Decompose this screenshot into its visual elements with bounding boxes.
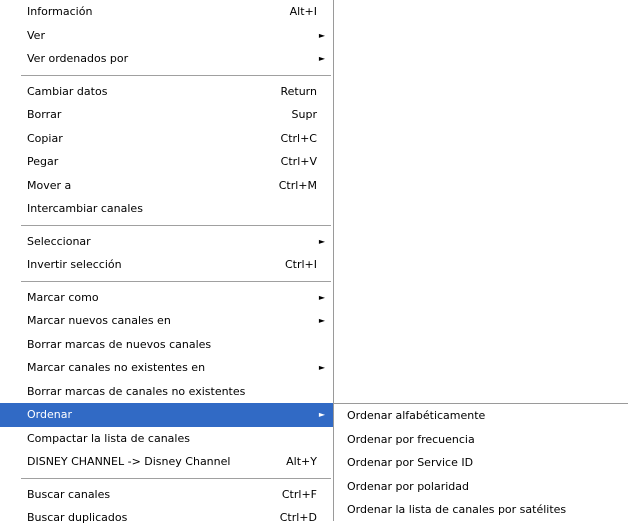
menu-item-marcar-como[interactable]: Marcar como ► bbox=[0, 286, 333, 310]
submenu-arrow-icon: ► bbox=[318, 363, 325, 372]
menu-item-label: Ver bbox=[27, 28, 45, 42]
menu-item-label: Borrar marcas de canales no existentes bbox=[27, 384, 246, 398]
submenu-arrow-icon: ► bbox=[318, 54, 325, 63]
menu-item-invertir-seleccion[interactable]: Invertir selección Ctrl+I bbox=[0, 253, 333, 277]
menu-item-label: Ordenar por frecuencia bbox=[347, 432, 475, 446]
menu-item-label: Borrar marcas de nuevos canales bbox=[27, 337, 212, 351]
menu-item-label: DISNEY CHANNEL -> Disney Channel bbox=[27, 455, 231, 468]
submenu-arrow-icon: ► bbox=[318, 236, 325, 246]
menu-item-label: Seleccionar bbox=[27, 234, 91, 248]
menu-item-label: Marcar como bbox=[27, 290, 99, 304]
menu-separator bbox=[0, 71, 333, 80]
menu-item-label: Ordenar por polaridad bbox=[347, 479, 469, 493]
menu-item-shortcut: Alt+I bbox=[289, 5, 317, 18]
menu-item-shortcut: Alt+Y bbox=[286, 455, 317, 468]
menu-item-label: Marcar canales no existentes en bbox=[27, 361, 206, 374]
menu-item-borrar-marcas-nuevos[interactable]: Borrar marcas de nuevos canales bbox=[0, 333, 333, 357]
submenu-item-polaridad[interactable]: Ordenar por polaridad bbox=[334, 475, 628, 499]
submenu-item-alfabeticamente[interactable]: Ordenar alfabéticamente bbox=[334, 404, 628, 428]
menu-item-label: Buscar duplicados bbox=[27, 511, 128, 524]
menu-item-mover-a[interactable]: Mover a Ctrl+M bbox=[0, 174, 333, 198]
menu-item-shortcut: Ctrl+D bbox=[279, 511, 317, 524]
menu-item-cambiar-datos[interactable]: Cambiar datos Return bbox=[0, 80, 333, 104]
menu-item-label: Ordenar bbox=[27, 408, 72, 421]
submenu-item-frecuencia[interactable]: Ordenar por frecuencia bbox=[334, 428, 628, 452]
menu-item-informacion[interactable]: Información Alt+I bbox=[0, 0, 333, 24]
menu-item-label: Buscar canales bbox=[27, 487, 111, 501]
submenu-arrow-icon: ► bbox=[318, 316, 325, 325]
menu-separator bbox=[0, 221, 333, 230]
menu-item-label: Ordenar alfabéticamente bbox=[347, 409, 486, 422]
menu-item-label: Ordenar la lista de canales por satélite… bbox=[347, 503, 567, 516]
menu-item-rename-disney[interactable]: DISNEY CHANNEL -> Disney Channel Alt+Y bbox=[0, 450, 333, 474]
menu-item-compactar-lista[interactable]: Compactar la lista de canales bbox=[0, 427, 333, 451]
menu-item-borrar[interactable]: Borrar Supr bbox=[0, 103, 333, 127]
menu-item-label: Información bbox=[27, 5, 93, 18]
menu-item-label: Intercambiar canales bbox=[27, 202, 143, 215]
menu-item-buscar-duplicados[interactable]: Buscar duplicados Ctrl+D bbox=[0, 506, 333, 530]
menu-separator bbox=[0, 277, 333, 286]
context-menu: Información Alt+I Ver ► Ver ordenados po… bbox=[0, 0, 334, 524]
menu-item-copiar[interactable]: Copiar Ctrl+C bbox=[0, 127, 333, 151]
menu-item-shortcut: Ctrl+F bbox=[281, 487, 317, 501]
menu-item-borrar-marcas-no-existentes[interactable]: Borrar marcas de canales no existentes bbox=[0, 380, 333, 404]
menu-item-ordenar[interactable]: Ordenar ► bbox=[0, 403, 333, 427]
menu-item-shortcut: Supr bbox=[291, 108, 317, 121]
menu-item-shortcut: Return bbox=[280, 84, 317, 98]
menu-item-shortcut: Ctrl+I bbox=[284, 258, 317, 271]
menu-separator bbox=[0, 474, 333, 483]
menu-item-label: Borrar bbox=[27, 108, 62, 121]
menu-item-label: Cambiar datos bbox=[27, 84, 108, 98]
submenu-item-satelites[interactable]: Ordenar la lista de canales por satélite… bbox=[334, 498, 628, 522]
menu-item-label: Ordenar por Service ID bbox=[347, 456, 474, 469]
menu-item-buscar-canales[interactable]: Buscar canales Ctrl+F bbox=[0, 483, 333, 507]
ordenar-submenu: Ordenar alfabéticamente Ordenar por frec… bbox=[334, 403, 628, 521]
menu-item-shortcut: Ctrl+V bbox=[280, 155, 317, 168]
submenu-arrow-icon: ► bbox=[318, 410, 325, 419]
menu-item-label: Marcar nuevos canales en bbox=[27, 314, 171, 327]
menu-item-shortcut: Ctrl+M bbox=[278, 178, 317, 192]
menu-item-label: Compactar la lista de canales bbox=[27, 431, 190, 445]
menu-item-seleccionar[interactable]: Seleccionar ► bbox=[0, 230, 333, 254]
menu-item-intercambiar-canales[interactable]: Intercambiar canales bbox=[0, 197, 333, 221]
menu-item-label: Pegar bbox=[27, 155, 59, 168]
submenu-arrow-icon: ► bbox=[318, 30, 325, 40]
menu-item-ver-ordenados-por[interactable]: Ver ordenados por ► bbox=[0, 47, 333, 71]
menu-item-label: Ver ordenados por bbox=[27, 52, 129, 65]
menu-item-label: Copiar bbox=[27, 131, 63, 145]
submenu-item-service-id[interactable]: Ordenar por Service ID bbox=[334, 451, 628, 475]
menu-item-label: Invertir selección bbox=[27, 258, 122, 271]
menu-item-marcar-no-existentes[interactable]: Marcar canales no existentes en ► bbox=[0, 356, 333, 380]
submenu-arrow-icon: ► bbox=[318, 292, 325, 302]
menu-item-pegar[interactable]: Pegar Ctrl+V bbox=[0, 150, 333, 174]
menu-item-ver[interactable]: Ver ► bbox=[0, 24, 333, 48]
menu-item-label: Mover a bbox=[27, 178, 72, 192]
menu-item-marcar-nuevos-canales[interactable]: Marcar nuevos canales en ► bbox=[0, 309, 333, 333]
menu-item-shortcut: Ctrl+C bbox=[280, 131, 317, 145]
